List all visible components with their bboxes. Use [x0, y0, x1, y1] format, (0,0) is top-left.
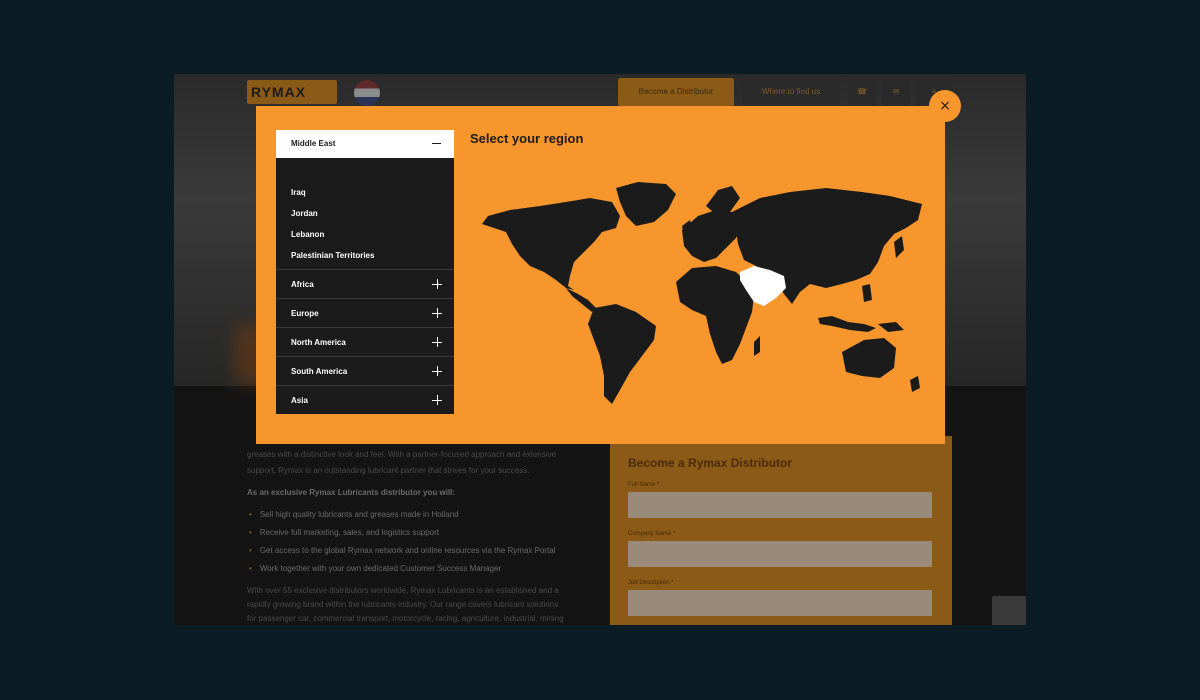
job-description-field [628, 590, 932, 616]
benefit-item: Sell high quality lubricants and greases… [249, 506, 459, 524]
plus-icon [432, 395, 442, 405]
map-south-america [588, 304, 656, 404]
close-icon: × [939, 98, 951, 114]
mail-icon: ✉ [882, 78, 910, 106]
region-label: North America [291, 338, 346, 347]
map-new-zealand [910, 376, 920, 392]
country-link-jordan[interactable]: Jordan [291, 209, 318, 218]
region-header-europe[interactable]: Europe [276, 298, 454, 327]
map-central-america [566, 288, 596, 312]
region-modal: Middle East Iraq Jordan Lebanon Palestin… [256, 106, 945, 444]
map-philippines [862, 284, 872, 302]
plus-icon [432, 308, 442, 318]
form-label: Full Name * [628, 482, 660, 488]
full-name-field [628, 492, 932, 518]
benefit-item: Receive full marketing, sales, and logis… [249, 524, 439, 542]
close-button[interactable]: × [929, 90, 961, 122]
country-link-palestinian-territories[interactable]: Palestinian Territories [291, 251, 374, 260]
world-map [482, 182, 922, 404]
benefits-heading: As an exclusive Rymax Lubricants distrib… [247, 488, 456, 497]
where-to-find-us-button: Where to find us [742, 78, 840, 106]
map-madagascar [754, 336, 760, 356]
plus-icon [432, 366, 442, 376]
form-title: Become a Rymax Distributor [628, 456, 793, 470]
benefit-item: Get access to the global Rymax network a… [249, 542, 556, 560]
company-name-field [628, 541, 932, 567]
rymax-logo: RYMAX [247, 80, 337, 104]
map-japan [894, 236, 904, 258]
region-label: Middle East [291, 139, 336, 148]
map-greenland [616, 182, 676, 226]
plus-icon [432, 337, 442, 347]
become-distributor-button: Become a Distributor [618, 78, 734, 106]
region-header-asia[interactable]: Asia [276, 385, 454, 414]
form-label: Company Name * [628, 531, 676, 537]
map-north-america [482, 198, 620, 290]
benefit-item: Work together with your own dedicated Cu… [249, 560, 501, 578]
region-label: South America [291, 367, 348, 376]
intro-line: support, Rymax is an outstanding lubrica… [247, 466, 530, 475]
language-flag-icon [354, 80, 380, 106]
region-header-middle-east[interactable]: Middle East [276, 130, 454, 158]
closing-line: for passenger car, commercial transport,… [247, 614, 564, 623]
country-link-lebanon[interactable]: Lebanon [291, 230, 324, 239]
country-link-iraq[interactable]: Iraq [291, 188, 306, 197]
region-header-north-america[interactable]: North America [276, 327, 454, 356]
region-label: Africa [291, 280, 314, 289]
distributor-form: Become a Rymax Distributor Full Name * C… [610, 436, 952, 625]
minus-icon [432, 143, 441, 144]
region-header-south-america[interactable]: South America [276, 356, 454, 385]
recaptcha-badge [992, 596, 1026, 625]
map-australia [842, 338, 896, 378]
form-label: Job Description * [628, 580, 674, 586]
region-label: Europe [291, 309, 319, 318]
map-indonesia [818, 316, 876, 332]
map-new-guinea [878, 322, 904, 332]
modal-title: Select your region [470, 131, 584, 146]
phone-icon: ☎ [848, 78, 876, 106]
plus-icon [432, 279, 442, 289]
region-label: Asia [291, 396, 308, 405]
region-header-africa[interactable]: Africa [276, 269, 454, 298]
map-europe [682, 210, 742, 262]
region-accordion: Middle East Iraq Jordan Lebanon Palestin… [276, 130, 454, 414]
